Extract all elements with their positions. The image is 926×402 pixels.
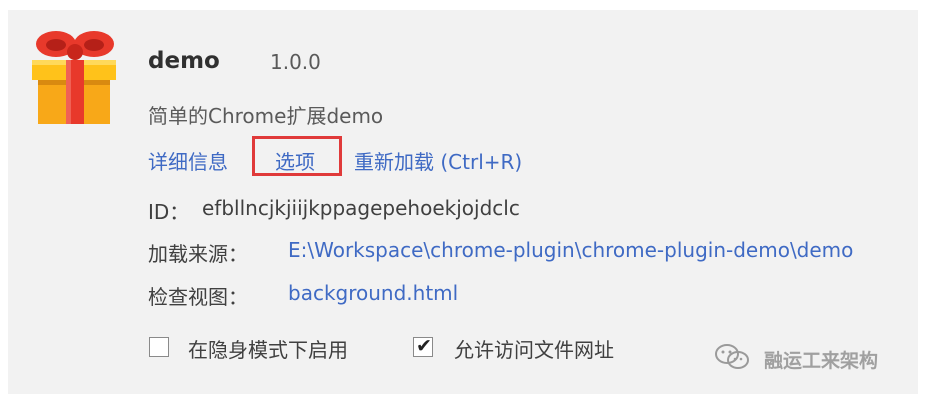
file-url-checkbox[interactable]: ✔	[413, 335, 433, 357]
watermark-text: 融运工来架构	[764, 350, 879, 372]
extension-version: 1.0.0	[270, 50, 321, 74]
id-label: ID：	[148, 200, 190, 224]
id-value: efbllncjkjiijkppagepehoekjojdclc	[202, 196, 520, 220]
extension-description: 简单的Chrome扩展demo	[148, 104, 384, 128]
reload-link[interactable]: 重新加载 (Ctrl+R)	[354, 146, 522, 175]
id-row: ID： efbllncjkjiijkppagepehoekjojdclc	[148, 196, 520, 225]
checkmark-icon: ✔	[416, 335, 432, 357]
options-link[interactable]: 选项	[275, 146, 315, 175]
incognito-checkbox-label: 在隐身模式下启用	[188, 338, 348, 362]
load-source-label: 加载来源：	[148, 242, 248, 266]
incognito-checkbox[interactable]	[149, 337, 169, 357]
screenshot-frame: demo 1.0.0 简单的Chrome扩展demo 详细信息 选项 重新加载 …	[0, 0, 926, 402]
inspect-views-row: 检查视图： background.html	[148, 281, 458, 310]
load-source-link[interactable]: E:\Workspace\chrome-plugin\chrome-plugin…	[288, 238, 853, 262]
load-source-row: 加载来源： E:\Workspace\chrome-plugin\chrome-…	[148, 238, 853, 267]
background-page-link[interactable]: background.html	[288, 281, 458, 305]
file-url-checkbox-label: 允许访问文件网址	[454, 338, 614, 362]
wechat-logo-icon	[715, 344, 749, 369]
inspect-views-label: 检查视图：	[148, 285, 248, 309]
details-link[interactable]: 详细信息	[148, 146, 228, 175]
gift-box-icon	[32, 31, 116, 124]
extension-name: demo	[148, 48, 220, 74]
